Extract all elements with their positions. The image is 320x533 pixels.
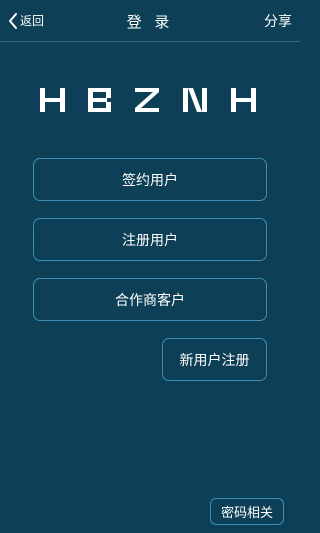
new-user-register-button[interactable]: 新用户注册 [162, 338, 267, 381]
partner-customer-button[interactable]: 合作商客户 [33, 278, 267, 321]
registered-user-button[interactable]: 注册用户 [33, 218, 267, 261]
page-title: 登 录 [126, 13, 174, 31]
contract-user-button[interactable]: 签约用户 [33, 158, 267, 201]
nav-bar: 返回 登 录 分享 [0, 0, 300, 42]
brand-logo [40, 88, 260, 112]
password-related-button[interactable]: 密码相关 [210, 498, 284, 525]
share-button[interactable]: 分享 [264, 12, 292, 32]
